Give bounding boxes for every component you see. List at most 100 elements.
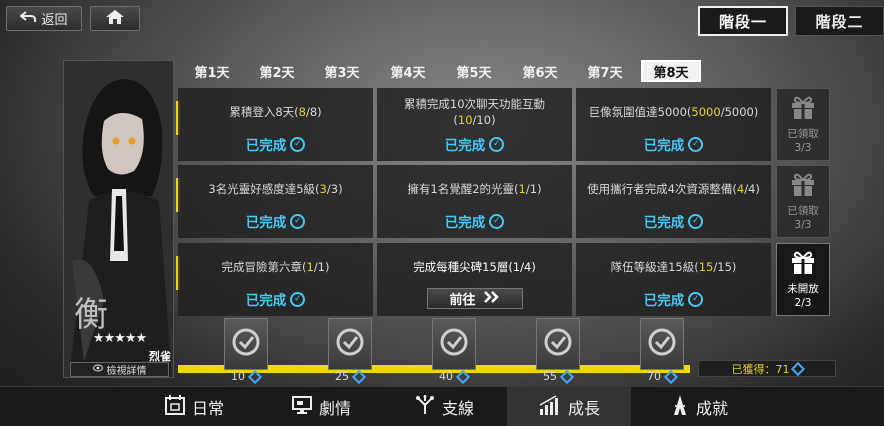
- completed-status: 已完成 ✓: [576, 135, 771, 154]
- completed-status: 已完成 ✓: [377, 212, 572, 231]
- task-card: 擁有1名覺醒2的光靈(1/1) 已完成 ✓: [377, 165, 572, 238]
- nav-side[interactable]: 支線: [385, 387, 503, 426]
- nav-story[interactable]: 劇情: [262, 387, 380, 426]
- tab-day-5[interactable]: 第5天: [444, 60, 504, 82]
- completed-status: 已完成 ✓: [576, 212, 771, 231]
- nav-achievement[interactable]: 成就: [640, 387, 758, 426]
- reward-status: 未開放: [787, 283, 819, 295]
- gift-icon: [789, 249, 817, 279]
- task-description: 完成冒險第六章(1/1): [221, 260, 330, 274]
- calendar-icon: [164, 395, 186, 419]
- stage-2-label: 階段二: [815, 12, 864, 31]
- completed-label: 已完成: [643, 215, 685, 231]
- milestone-value: 55: [543, 370, 557, 383]
- tab-day-2[interactable]: 第2天: [247, 60, 307, 82]
- row-reward-box[interactable]: 未開放 2/3: [776, 243, 830, 316]
- eye-icon: [92, 364, 103, 375]
- task-description: 3名光靈好感度達5級(3/3): [208, 182, 343, 196]
- go-button[interactable]: 前往: [426, 288, 523, 309]
- stage-1-tab[interactable]: 階段一: [698, 6, 788, 36]
- completed-label: 已完成: [444, 215, 486, 231]
- check-circle-icon: [439, 327, 469, 361]
- go-label: 前往: [449, 293, 476, 308]
- back-arrow-icon: [19, 10, 37, 28]
- nav-daily[interactable]: 日常: [135, 387, 253, 426]
- home-button[interactable]: [90, 6, 140, 31]
- bottom-nav: 日常 劇情 支線 成長 成就: [0, 386, 884, 426]
- gift-icon: [789, 171, 817, 201]
- check-circle-icon: ✓: [688, 136, 704, 152]
- reward-status: 已領取: [787, 128, 819, 140]
- check-circle-icon: ✓: [489, 136, 505, 152]
- view-detail-button[interactable]: 檢視詳情: [70, 362, 169, 377]
- tab-day-7[interactable]: 第7天: [575, 60, 635, 82]
- task-description: 完成每種尖碑15層(1/4): [413, 260, 536, 274]
- completed-status: 已完成 ✓: [576, 290, 771, 309]
- completed-status: 已完成 ✓: [178, 290, 373, 309]
- crystal-icon: [455, 369, 471, 384]
- view-detail-label: 檢視詳情: [106, 366, 147, 377]
- completed-label: 已完成: [245, 293, 287, 309]
- check-circle-icon: [231, 327, 261, 361]
- tab-day-3[interactable]: 第3天: [312, 60, 372, 82]
- milestone-value: 40: [439, 370, 453, 383]
- task-card: 累積完成10次聊天功能互動(10/10) 已完成 ✓: [377, 88, 572, 161]
- task-card: 巨像氛圍值達5000(5000/5000) 已完成 ✓: [576, 88, 771, 161]
- stage-2-tab[interactable]: 階段二: [795, 6, 884, 36]
- milestone-points: 25: [335, 369, 367, 384]
- svg-text:衡: 衡: [74, 295, 108, 335]
- task-description: 隊伍等級達15級(15/15): [610, 260, 737, 274]
- task-card: 3名光靈好感度達5級(3/3) 已完成 ✓: [178, 165, 373, 238]
- check-circle-icon: ✓: [688, 213, 704, 229]
- crystal-icon: [351, 369, 367, 384]
- tab-day-4[interactable]: 第4天: [378, 60, 438, 82]
- milestone-reward[interactable]: [432, 318, 476, 370]
- branch-icon: [414, 395, 436, 419]
- crystal-icon: [247, 369, 263, 384]
- nav-daily-label: 日常: [191, 399, 224, 418]
- task-description: 使用攜行者完成4次資源整備(4/4): [587, 182, 760, 196]
- obtained-points: 已獲得：71: [698, 360, 836, 377]
- monitor-icon: [291, 395, 313, 419]
- row-reward-box[interactable]: 已領取 3/3: [776, 165, 830, 238]
- task-card: 使用攜行者完成4次資源整備(4/4) 已完成 ✓: [576, 165, 771, 238]
- tab-day-1[interactable]: 第1天: [182, 60, 242, 82]
- reward-count: 3/3: [794, 219, 812, 231]
- tab-day-8[interactable]: 第8天: [641, 60, 701, 82]
- gift-icon: [789, 94, 817, 124]
- nav-achievement-label: 成就: [695, 399, 728, 418]
- milestone-points: 40: [439, 369, 471, 384]
- reward-count: 2/3: [794, 297, 812, 309]
- check-circle-icon: [335, 327, 365, 361]
- reward-status: 已領取: [787, 205, 819, 217]
- milestone-reward[interactable]: [640, 318, 684, 370]
- task-description: 擁有1名覺醒2的光靈(1/1): [407, 182, 542, 196]
- row-reward-box[interactable]: 已領取 3/3: [776, 88, 830, 161]
- milestone-reward[interactable]: [328, 318, 372, 370]
- milestone-value: 10: [231, 370, 245, 383]
- check-circle-icon: ✓: [688, 291, 704, 307]
- tab-day-6[interactable]: 第6天: [510, 60, 570, 82]
- stage-1-label: 階段一: [718, 12, 767, 31]
- milestone-value: 70: [647, 370, 661, 383]
- completed-label: 已完成: [643, 293, 685, 309]
- milestone-points: 70: [647, 369, 679, 384]
- nav-story-label: 劇情: [318, 399, 351, 418]
- task-card: 累積登入8天(8/8) 已完成 ✓: [178, 88, 373, 161]
- milestone-reward[interactable]: [224, 318, 268, 370]
- completed-status: 已完成 ✓: [178, 212, 373, 231]
- check-circle-icon: [543, 327, 573, 361]
- check-circle-icon: ✓: [290, 291, 306, 307]
- check-circle-icon: [647, 327, 677, 361]
- task-description: 累積登入8天(8/8): [229, 105, 322, 119]
- milestone-reward[interactable]: [536, 318, 580, 370]
- back-button[interactable]: 返回: [6, 6, 82, 31]
- double-chevron-right-icon: [483, 290, 500, 307]
- home-icon: [105, 9, 125, 29]
- completed-label: 已完成: [245, 138, 287, 154]
- growth-chart-icon: [538, 395, 562, 419]
- nav-growth[interactable]: 成長: [507, 387, 631, 426]
- tower-icon: [670, 394, 690, 420]
- task-card: 完成每種尖碑15層(1/4) 前往: [377, 243, 572, 316]
- milestone-value: 25: [335, 370, 349, 383]
